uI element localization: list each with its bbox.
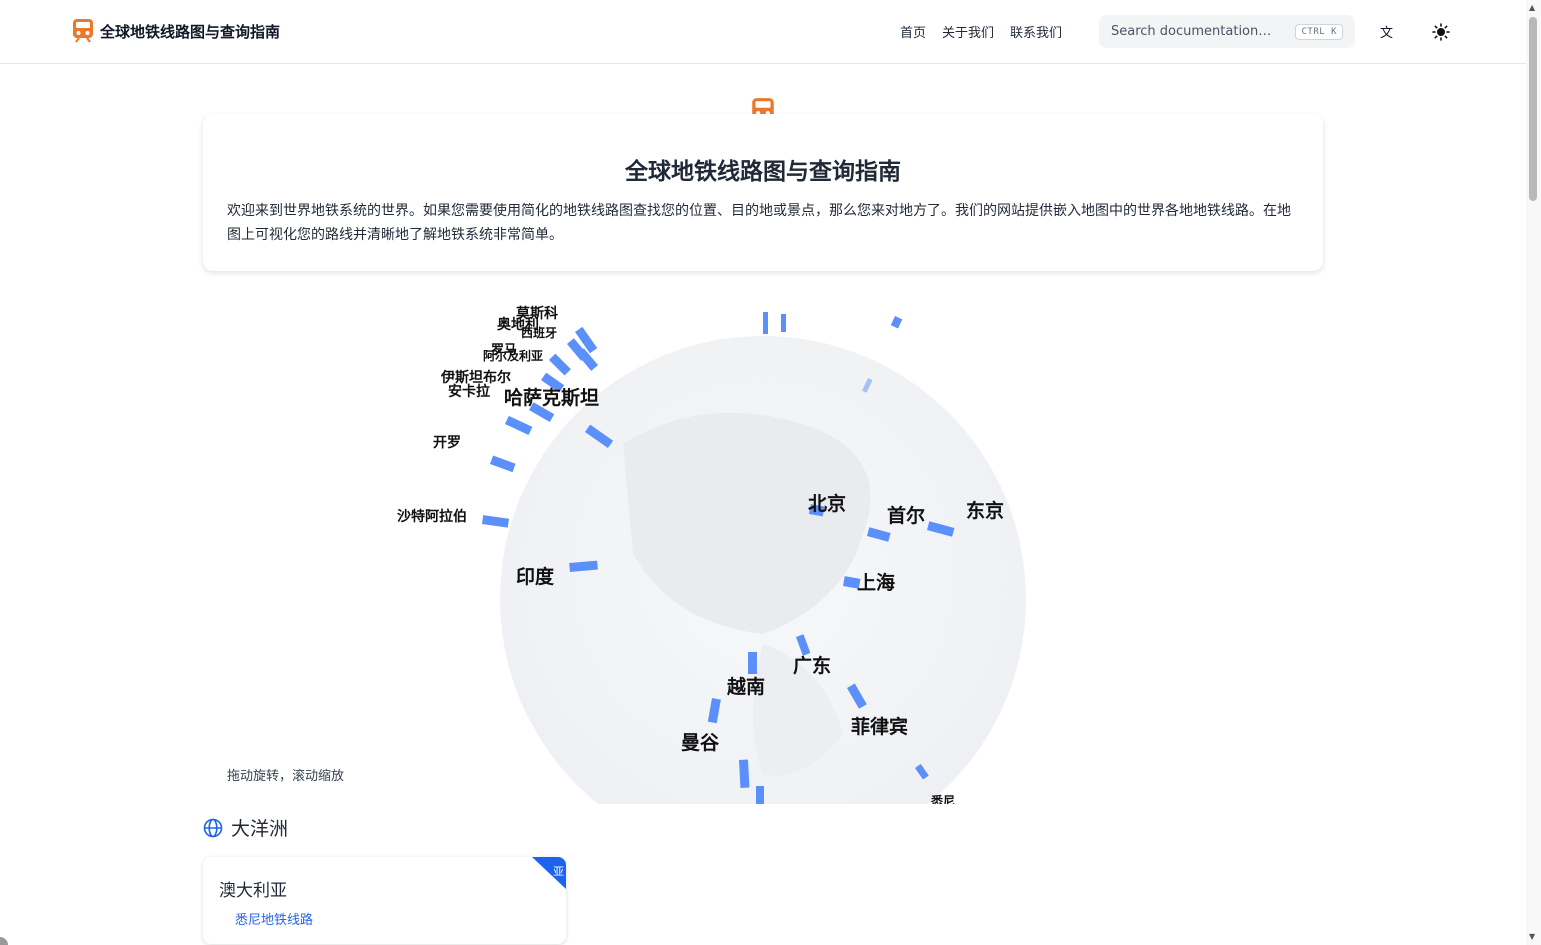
city-subway-link[interactable]: 悉尼地铁线路 <box>235 909 313 928</box>
globe-canvas[interactable]: 北京 首尔 东京 上海 印度 广东 越南 菲律宾 曼谷 哈萨克斯坦 莫斯科 奥地… <box>203 304 1323 804</box>
country-card[interactable]: 亚 澳大利亚 悉尼地铁线路 <box>203 857 566 944</box>
route-marker[interactable] <box>756 786 764 804</box>
city-label[interactable]: 印度 <box>516 565 555 588</box>
city-label[interactable]: 首尔 <box>887 504 925 527</box>
city-label[interactable]: 哈萨克斯坦 <box>504 386 599 409</box>
city-label[interactable]: 上海 <box>857 571 895 594</box>
section-title: 大洋洲 <box>231 818 289 840</box>
nav-links: 首页 关于我们 联系我们 <box>900 22 1062 41</box>
city-label[interactable]: 阿尔及利亚 <box>483 348 543 363</box>
city-label[interactable]: 越南 <box>726 675 765 698</box>
city-label[interactable]: 安卡拉 <box>448 383 490 400</box>
route-marker[interactable] <box>482 515 509 528</box>
route-marker[interactable] <box>763 312 768 334</box>
scroll-thumb[interactable] <box>1529 17 1537 201</box>
nav-link-about[interactable]: 关于我们 <box>942 22 994 41</box>
city-label[interactable]: 悉尼 <box>930 793 955 804</box>
country-name: 澳大利亚 <box>219 881 287 901</box>
city-label[interactable]: 东京 <box>966 499 1004 522</box>
city-label[interactable]: 北京 <box>808 492 846 515</box>
brand-title: 全球地铁线路图与查询指南 <box>100 22 281 41</box>
language-button[interactable]: 文 <box>1380 22 1393 41</box>
route-marker[interactable] <box>748 652 757 674</box>
globe-hint: 拖动旋转，滚动缩放 <box>227 769 345 784</box>
train-icon <box>73 19 93 43</box>
globe-map[interactable]: 北京 首尔 东京 上海 印度 广东 越南 菲律宾 曼谷 哈萨克斯坦 莫斯科 奥地… <box>203 304 1323 804</box>
city-label[interactable]: 沙特阿拉伯 <box>397 508 467 525</box>
nav-link-contact[interactable]: 联系我们 <box>1010 22 1062 41</box>
city-label[interactable]: 开罗 <box>433 435 461 451</box>
city-label[interactable]: 广东 <box>793 654 831 677</box>
page-scrollbar[interactable]: ▲ ▼ <box>1526 0 1541 945</box>
city-label[interactable]: 曼谷 <box>681 732 720 754</box>
page-title: 全球地铁线路图与查询指南 <box>625 159 901 185</box>
route-marker[interactable] <box>890 316 903 329</box>
scroll-corner <box>0 937 8 945</box>
scroll-up-arrow-icon[interactable]: ▲ <box>1529 3 1535 12</box>
search-button[interactable]: Search documentation… CTRL K <box>1099 15 1355 48</box>
route-marker[interactable] <box>781 314 786 332</box>
brand-link[interactable]: 全球地铁线路图与查询指南 <box>72 18 280 44</box>
nav-link-home[interactable]: 首页 <box>900 22 926 41</box>
hero-card: 全球地铁线路图与查询指南 欢迎来到世界地铁系统的世界。如果您需要使用简化的地铁线… <box>203 114 1323 271</box>
search-shortcut: CTRL K <box>1295 23 1343 40</box>
hero-description: 欢迎来到世界地铁系统的世界。如果您需要使用简化的地铁线路图查找您的位置、目的地或… <box>227 203 1291 243</box>
city-label[interactable]: 西班牙 <box>521 325 557 340</box>
route-marker[interactable] <box>739 759 750 788</box>
scroll-down-arrow-icon[interactable]: ▼ <box>1529 932 1535 941</box>
sun-icon[interactable] <box>1432 23 1450 41</box>
route-marker[interactable] <box>505 415 533 435</box>
route-marker[interactable] <box>549 353 571 376</box>
top-navbar: 全球地铁线路图与查询指南 首页 关于我们 联系我们 Search documen… <box>0 0 1526 64</box>
search-placeholder: Search documentation… <box>1111 24 1272 39</box>
section-header: 大洋洲 <box>203 814 288 841</box>
globe-icon <box>203 818 223 837</box>
city-label[interactable]: 菲律宾 <box>851 715 908 738</box>
route-marker[interactable] <box>490 455 516 473</box>
region-ribbon-text: 亚 <box>553 865 564 878</box>
